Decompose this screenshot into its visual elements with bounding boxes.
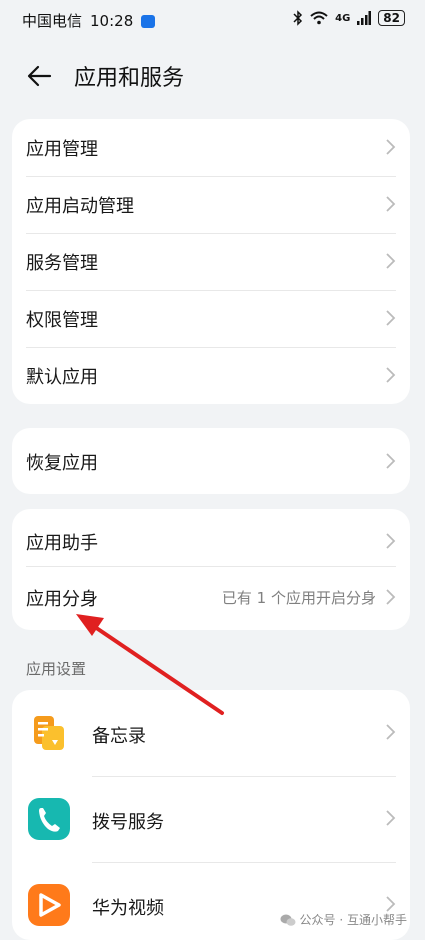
back-arrow-icon[interactable] <box>26 62 54 90</box>
page-title: 应用和服务 <box>74 66 185 91</box>
settings-card-apps: 备忘录 拨号服务 华为视频 <box>12 690 410 940</box>
menu-item-app-twin[interactable]: 应用分身 已有 1 个应用开启分身 <box>12 566 410 630</box>
video-icon <box>28 884 70 926</box>
menu-item-restore-apps[interactable]: 恢复应用 <box>12 428 410 494</box>
menu-item-label: 应用管理 <box>26 139 98 160</box>
menu-item-value: 已有 1 个应用开启分身 <box>221 589 376 607</box>
bluetooth-icon <box>293 10 303 26</box>
chevron-right-icon <box>386 810 396 826</box>
menu-item-app-management[interactable]: 应用管理 <box>12 119 410 176</box>
chevron-right-icon <box>386 139 396 155</box>
app-item-label: 拨号服务 <box>92 812 164 833</box>
chevron-right-icon <box>386 533 396 549</box>
watermark: 公众号 · 互通小帮手 <box>280 911 407 928</box>
wifi-icon <box>310 11 328 25</box>
chevron-right-icon <box>386 310 396 326</box>
section-title: 应用设置 <box>26 660 87 678</box>
menu-item-service-management[interactable]: 服务管理 <box>12 233 410 290</box>
app-item-dialer[interactable]: 拨号服务 <box>12 776 410 862</box>
menu-item-label: 恢复应用 <box>26 453 98 474</box>
phone-icon <box>28 798 70 840</box>
app-item-memo[interactable]: 备忘录 <box>12 690 410 776</box>
clock: 10:28 <box>90 11 134 30</box>
chevron-right-icon <box>386 253 396 269</box>
menu-item-app-launch[interactable]: 应用启动管理 <box>12 176 410 233</box>
menu-item-permission-management[interactable]: 权限管理 <box>12 290 410 347</box>
wechat-icon <box>280 914 296 926</box>
chevron-right-icon <box>386 453 396 469</box>
battery-indicator: 82 <box>378 10 405 26</box>
status-bar: 中国电信 10:28 4G 82 <box>0 0 425 40</box>
signal-icon <box>357 11 372 25</box>
menu-item-label: 应用分身 <box>26 589 98 610</box>
chevron-right-icon <box>386 589 396 605</box>
app-item-label: 华为视频 <box>92 898 164 919</box>
notification-app-icon <box>141 15 156 28</box>
menu-item-app-assistant[interactable]: 应用助手 <box>12 509 410 566</box>
chevron-right-icon <box>386 367 396 383</box>
menu-item-label: 默认应用 <box>26 367 98 388</box>
settings-card-restore: 恢复应用 <box>12 428 410 494</box>
menu-item-label: 服务管理 <box>26 253 98 274</box>
menu-item-label: 应用助手 <box>26 533 98 554</box>
memo-icon <box>28 712 70 754</box>
menu-item-default-apps[interactable]: 默认应用 <box>12 347 410 404</box>
chevron-right-icon <box>386 196 396 212</box>
settings-card-management: 应用管理 应用启动管理 服务管理 权限管理 默认应用 <box>12 119 410 404</box>
settings-card-assistant: 应用助手 应用分身 已有 1 个应用开启分身 <box>12 509 410 630</box>
menu-item-label: 权限管理 <box>26 310 98 331</box>
app-item-label: 备忘录 <box>92 726 146 747</box>
chevron-right-icon <box>386 724 396 740</box>
network-label: 4G <box>335 12 351 24</box>
menu-item-label: 应用启动管理 <box>26 196 134 217</box>
app-item-video[interactable]: 华为视频 <box>12 862 410 940</box>
title-bar: 应用和服务 <box>0 50 425 102</box>
carrier-label: 中国电信 <box>22 12 83 30</box>
watermark-text: 公众号 · 互通小帮手 <box>299 913 407 927</box>
